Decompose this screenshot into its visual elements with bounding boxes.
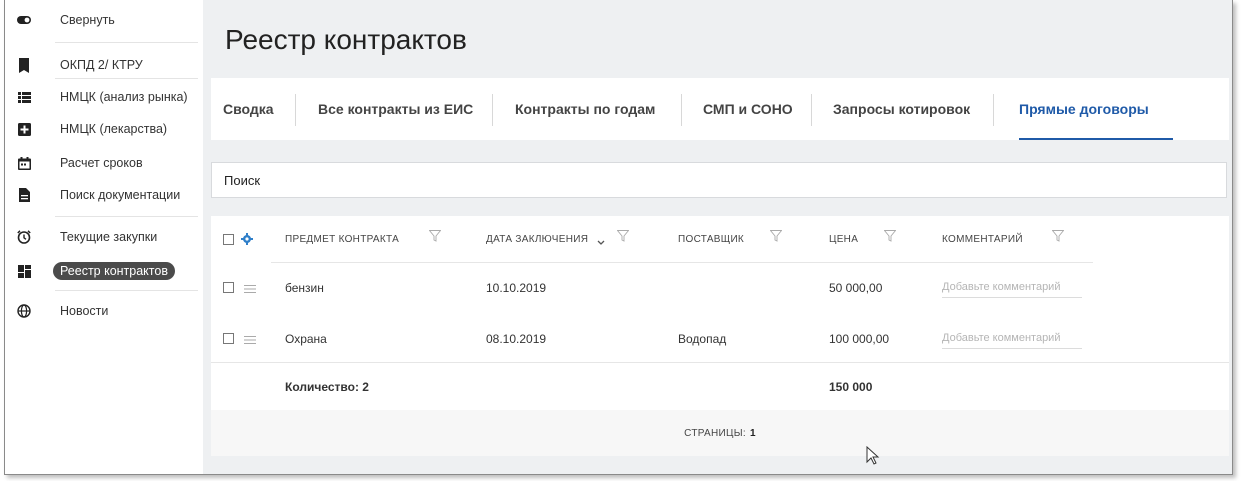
sidebar-item-okpd[interactable]: ОКПД 2/ КТРУ xyxy=(5,50,203,80)
tab-divider xyxy=(811,94,812,126)
column-header-subject[interactable]: ПРЕДМЕТ КОНТРАКТА xyxy=(285,234,399,245)
tab-all-eis[interactable]: Все контракты из ЕИС xyxy=(318,78,473,140)
sidebar-item-label: Реестр контрактов xyxy=(53,262,175,280)
page-number[interactable]: 1 xyxy=(750,428,756,439)
document-icon xyxy=(17,188,31,202)
column-header-price[interactable]: ЦЕНА xyxy=(829,234,858,245)
filter-icon[interactable] xyxy=(883,230,897,242)
comment-input[interactable]: Добавьте комментарий xyxy=(942,281,1082,298)
drag-handle-icon[interactable] xyxy=(244,334,256,344)
app-window: Свернуть ОКПД 2/ КТРУ НМЦК (анализ рынка… xyxy=(4,0,1233,475)
comment-input[interactable]: Добавьте комментарий xyxy=(942,332,1082,349)
sidebar-item-collapse[interactable]: Свернуть xyxy=(5,5,203,35)
filter-icon[interactable] xyxy=(428,230,442,242)
sidebar-item-nmck-market[interactable]: НМЦК (анализ рынка) xyxy=(5,82,203,112)
sidebar-item-deadlines[interactable]: Расчет сроков xyxy=(5,148,203,178)
column-header-supplier[interactable]: ПОСТАВЩИК xyxy=(678,234,744,245)
tab-by-years[interactable]: Контракты по годам xyxy=(515,78,655,140)
bookmark-icon xyxy=(17,57,31,73)
row-checkbox[interactable] xyxy=(223,282,234,293)
globe-icon xyxy=(17,304,31,318)
cell-subject: Охрана xyxy=(285,332,327,346)
list-icon xyxy=(17,90,31,104)
sidebar-item-label: Новости xyxy=(60,304,109,318)
drag-handle-icon[interactable] xyxy=(244,283,256,293)
column-header-comment[interactable]: КОММЕНТАРИЙ xyxy=(942,234,1023,245)
pagination-label: СТРАНИЦЫ: xyxy=(684,427,746,439)
sidebar-item-news[interactable]: Новости xyxy=(5,296,203,326)
sidebar: Свернуть ОКПД 2/ КТРУ НМЦК (анализ рынка… xyxy=(5,0,203,474)
sidebar-item-current-purchases[interactable]: Текущие закупки xyxy=(5,222,203,252)
sidebar-item-contract-registry[interactable]: Реестр контрактов xyxy=(5,256,203,286)
dashboard-icon xyxy=(17,264,31,278)
search-input[interactable]: Поиск xyxy=(211,162,1227,198)
sidebar-item-label: Расчет сроков xyxy=(60,156,143,170)
divider xyxy=(55,216,198,217)
sidebar-item-doc-search[interactable]: Поиск документации xyxy=(5,180,203,210)
filter-icon[interactable] xyxy=(769,230,783,242)
divider xyxy=(55,290,198,291)
tab-summary[interactable]: Сводка xyxy=(223,78,274,140)
table-header: ПРЕДМЕТ КОНТРАКТА ДАТА ЗАКЛЮЧЕНИЯ ПОСТАВ… xyxy=(211,216,1229,263)
column-header-date[interactable]: ДАТА ЗАКЛЮЧЕНИЯ xyxy=(486,234,588,245)
medical-plus-icon xyxy=(17,122,31,136)
pagination: СТРАНИЦЫ: 1 xyxy=(211,410,1229,456)
cell-supplier: Водопад xyxy=(678,332,727,346)
page-header: Реестр контрактов xyxy=(203,0,1232,74)
sidebar-item-label: Поиск документации xyxy=(60,188,181,202)
total-count: Количество: 2 xyxy=(285,380,369,394)
filter-icon[interactable] xyxy=(616,230,630,242)
active-tab-indicator xyxy=(1019,138,1173,140)
divider xyxy=(55,42,198,43)
table-row[interactable]: бензин 10.10.2019 50 000,00 Добавьте ком… xyxy=(211,262,1229,310)
contracts-table: ПРЕДМЕТ КОНТРАКТА ДАТА ЗАКЛЮЧЕНИЯ ПОСТАВ… xyxy=(211,216,1229,456)
sidebar-item-label: Свернуть xyxy=(60,13,115,27)
divider xyxy=(55,78,198,79)
alarm-clock-icon xyxy=(17,230,31,244)
tab-divider xyxy=(295,94,296,126)
cell-price: 100 000,00 xyxy=(829,332,890,346)
sidebar-item-label: НМЦК (анализ рынка) xyxy=(60,90,188,104)
filter-icon[interactable] xyxy=(1051,230,1065,242)
page-title: Реестр контрактов xyxy=(225,24,467,55)
select-all-checkbox[interactable] xyxy=(223,234,234,245)
tab-direct-contracts[interactable]: Прямые договоры xyxy=(1019,78,1149,140)
sidebar-item-label: НМЦК (лекарства) xyxy=(60,122,168,136)
gear-icon[interactable] xyxy=(241,233,253,245)
tab-bar: Сводка Все контракты из ЕИС Контракты по… xyxy=(211,78,1229,140)
cell-date: 10.10.2019 xyxy=(486,281,547,295)
chevron-down-icon[interactable] xyxy=(597,235,605,249)
sidebar-item-label: ОКПД 2/ КТРУ xyxy=(60,58,143,72)
tab-divider xyxy=(993,94,994,126)
table-row[interactable]: Охрана 08.10.2019 Водопад 100 000,00 Доб… xyxy=(211,314,1229,362)
cell-date: 08.10.2019 xyxy=(486,332,547,346)
tab-quotations[interactable]: Запросы котировок xyxy=(833,78,970,140)
total-price: 150 000 xyxy=(829,380,873,394)
row-checkbox[interactable] xyxy=(223,333,234,344)
calendar-icon xyxy=(17,156,31,170)
tab-divider xyxy=(492,94,493,126)
tab-divider xyxy=(681,94,682,126)
cell-subject: бензин xyxy=(285,281,324,295)
cell-price: 50 000,00 xyxy=(829,281,883,295)
tab-smp-sono[interactable]: СМП и СОНО xyxy=(703,78,793,140)
totals-row: Количество: 2 150 000 xyxy=(211,362,1229,410)
sidebar-item-label: Текущие закупки xyxy=(60,230,158,244)
mouse-cursor-icon xyxy=(866,445,880,466)
toggle-icon xyxy=(17,13,31,27)
main-content: Реестр контрактов Сводка Все контракты и… xyxy=(203,0,1232,474)
sidebar-item-nmck-medicine[interactable]: НМЦК (лекарства) xyxy=(5,114,203,144)
